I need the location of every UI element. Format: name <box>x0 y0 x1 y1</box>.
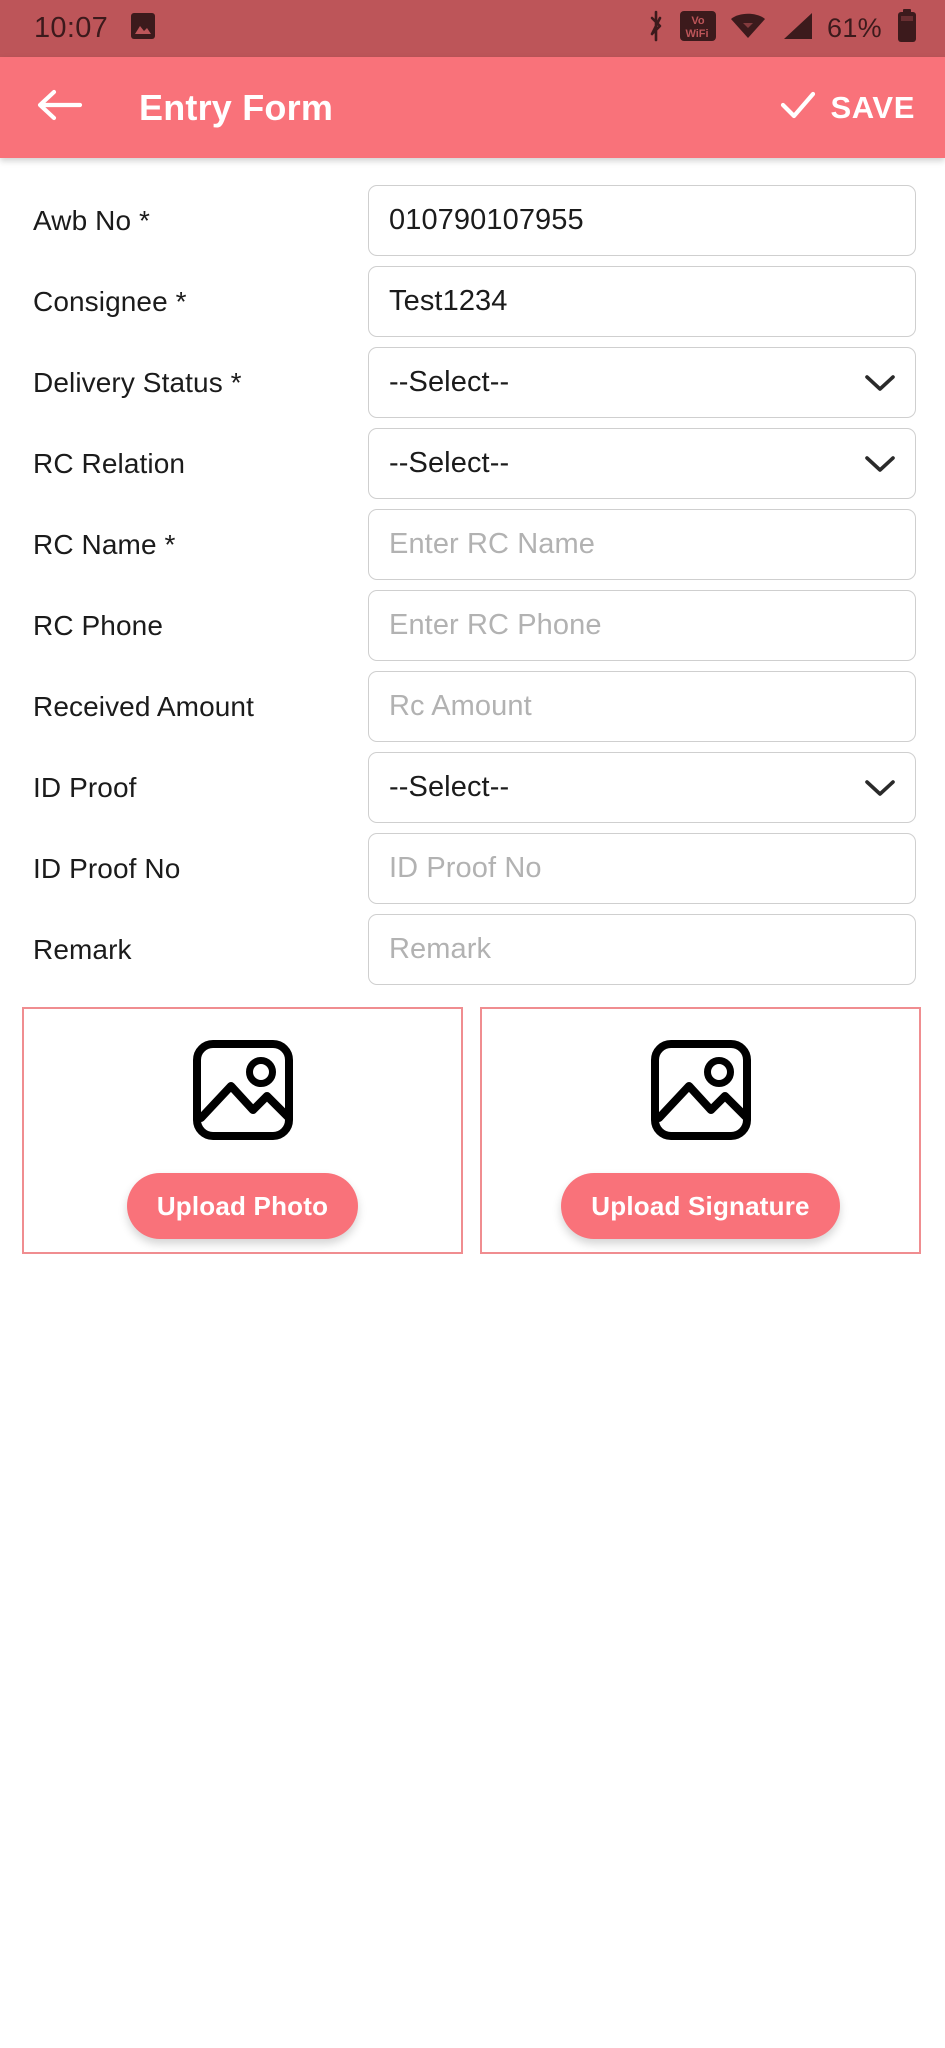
label-id-proof: ID Proof <box>33 771 137 803</box>
form-row-remark: Remark Remark <box>0 909 945 990</box>
cellular-signal-icon <box>780 10 814 47</box>
form-row-id-proof: ID Proof --Select-- <box>0 747 945 828</box>
back-button[interactable] <box>33 81 87 135</box>
check-icon <box>779 88 817 127</box>
upload-signature-button[interactable]: Upload Signature <box>561 1173 840 1239</box>
form-row-rc-relation: RC Relation --Select-- <box>0 423 945 504</box>
label-consignee: Consignee * <box>33 285 187 317</box>
chevron-down-icon <box>863 453 897 475</box>
form-row-awb-no: Awb No * 010790107955 <box>0 180 945 261</box>
svg-text:Vo: Vo <box>691 15 705 27</box>
rc-name-input[interactable]: Enter RC Name <box>368 509 916 580</box>
consignee-value: Test1234 <box>389 285 508 317</box>
status-bar-notification-icons <box>130 12 156 45</box>
vowifi-icon: Vo WiFi <box>680 10 717 47</box>
upload-photo-button-label: Upload Photo <box>156 1190 329 1221</box>
upload-signature-box[interactable]: Upload Signature <box>480 1007 921 1254</box>
battery-percentage-label: 61% <box>827 13 882 43</box>
label-rc-relation: RC Relation <box>33 447 186 479</box>
delivery-status-select[interactable]: --Select-- <box>368 347 916 418</box>
upload-area: Upload Photo Upload Signature <box>0 990 945 1254</box>
rc-relation-value: --Select-- <box>389 447 510 479</box>
wifi-icon <box>729 10 767 47</box>
rc-phone-input[interactable]: Enter RC Phone <box>368 590 916 661</box>
rc-name-placeholder: Enter RC Name <box>389 528 595 560</box>
rc-phone-placeholder: Enter RC Phone <box>389 609 602 641</box>
id-proof-value: --Select-- <box>389 771 510 803</box>
upload-signature-button-label: Upload Signature <box>591 1190 810 1221</box>
form-row-consignee: Consignee * Test1234 <box>0 261 945 342</box>
label-remark: Remark <box>33 933 132 965</box>
page-title: Entry Form <box>139 86 334 128</box>
form-row-received-amount: Received Amount Rc Amount <box>0 666 945 747</box>
svg-text:WiFi: WiFi <box>685 28 708 40</box>
save-button-label: SAVE <box>830 89 915 125</box>
id-proof-no-placeholder: ID Proof No <box>389 852 542 884</box>
label-delivery-status: Delivery Status * <box>33 366 242 398</box>
upload-photo-button[interactable]: Upload Photo <box>126 1173 359 1239</box>
image-placeholder-icon <box>649 1038 753 1147</box>
image-placeholder-icon <box>191 1038 295 1147</box>
label-rc-name: RC Name * <box>33 528 176 560</box>
label-rc-phone: RC Phone <box>33 609 163 641</box>
remark-placeholder: Remark <box>389 933 492 965</box>
consignee-input[interactable]: Test1234 <box>368 266 916 337</box>
status-bar: 10:07 Vo WiFi 61% <box>0 0 945 57</box>
bluetooth-icon <box>645 10 667 47</box>
id-proof-select[interactable]: --Select-- <box>368 752 916 823</box>
delivery-status-value: --Select-- <box>389 366 510 398</box>
form-row-rc-name: RC Name * Enter RC Name <box>0 504 945 585</box>
chevron-down-icon <box>863 777 897 799</box>
chevron-down-icon <box>863 372 897 394</box>
arrow-left-icon <box>37 87 83 128</box>
image-notification-icon <box>130 12 156 45</box>
upload-photo-box[interactable]: Upload Photo <box>22 1007 463 1254</box>
form-row-rc-phone: RC Phone Enter RC Phone <box>0 585 945 666</box>
label-received-amount: Received Amount <box>33 690 254 722</box>
label-id-proof-no: ID Proof No <box>33 852 181 884</box>
remark-input[interactable]: Remark <box>368 914 916 985</box>
form-row-delivery-status: Delivery Status * --Select-- <box>0 342 945 423</box>
app-bar: Entry Form SAVE <box>0 57 945 158</box>
awb-no-input[interactable]: 010790107955 <box>368 185 916 256</box>
status-bar-system-icons: Vo WiFi 61% <box>645 9 919 48</box>
received-amount-placeholder: Rc Amount <box>389 690 532 722</box>
id-proof-no-input[interactable]: ID Proof No <box>368 833 916 904</box>
label-awb-no: Awb No * <box>33 204 151 236</box>
save-button[interactable]: SAVE <box>779 88 921 127</box>
form-row-id-proof-no: ID Proof No ID Proof No <box>0 828 945 909</box>
battery-icon <box>895 9 919 48</box>
entry-form: Awb No * 010790107955 Consignee * Test12… <box>0 158 945 990</box>
rc-relation-select[interactable]: --Select-- <box>368 428 916 499</box>
received-amount-input[interactable]: Rc Amount <box>368 671 916 742</box>
status-bar-clock: 10:07 <box>34 12 109 44</box>
awb-no-value: 010790107955 <box>389 204 584 236</box>
